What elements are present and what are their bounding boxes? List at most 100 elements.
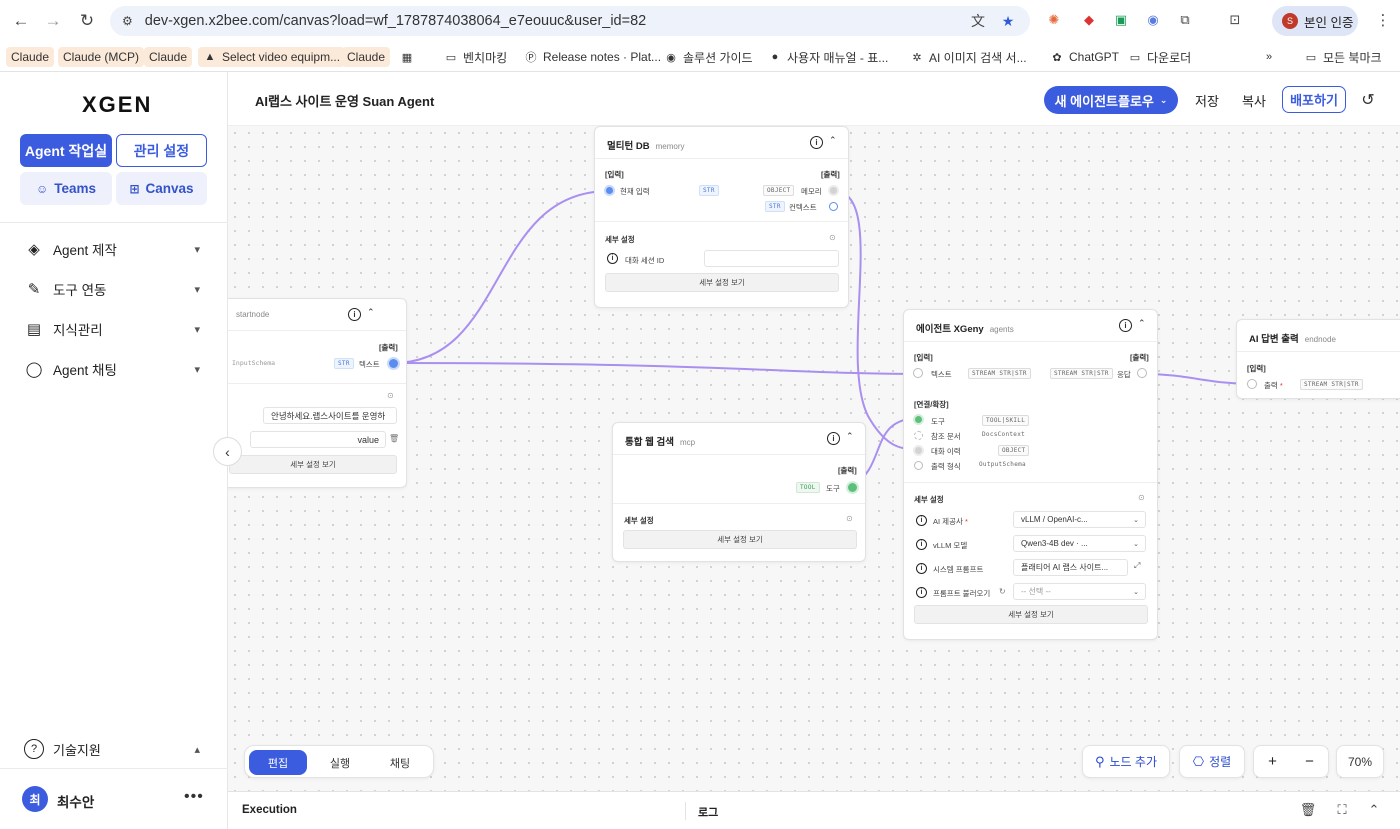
bookmark-folder[interactable]: ▭ 벤치마킹 (444, 47, 507, 67)
url-text[interactable]: dev-xgen.x2bee.com/canvas?load=wf_178787… (145, 13, 646, 29)
extension-green-icon[interactable]: ▣ (1112, 11, 1130, 29)
admin-settings-button[interactable]: 관리 설정 (116, 134, 207, 167)
info-icon[interactable]: i (1119, 319, 1132, 332)
collapse-icon[interactable]: ⌃ (846, 431, 854, 442)
save-button[interactable]: 저장 (1192, 86, 1222, 114)
output-port[interactable] (829, 202, 838, 211)
sidebar-item-agent-build[interactable]: ◈ Agent 제작 ▾ (24, 237, 204, 261)
settings-gear-icon[interactable]: ⊙ (829, 233, 836, 242)
mode-run-button[interactable]: 실행 (311, 750, 369, 775)
add-node-button[interactable]: ⚲ 노드 추가 (1082, 745, 1170, 778)
output-port[interactable] (846, 481, 859, 494)
apps-grid-icon[interactable]: ▦ (400, 47, 419, 67)
node-memory[interactable]: 멀티턴 DB memory i ⌃ [입력] [출력] 현재 입력 STR OBJ… (594, 126, 849, 308)
settings-view-button[interactable]: 세부 설정 보기 (229, 455, 397, 474)
collapse-icon[interactable]: ⌃ (367, 307, 375, 318)
info-icon[interactable]: i (827, 432, 840, 445)
expand-icon[interactable]: ⤢ (1134, 561, 1140, 571)
forward-icon[interactable]: → (42, 10, 64, 32)
format-port[interactable] (914, 461, 923, 470)
bookmark-item[interactable]: Claude (6, 47, 55, 67)
deploy-button[interactable]: 배포하기 (1282, 86, 1346, 113)
session-id-input[interactable] (704, 250, 839, 267)
bookmark-item[interactable]: ◉ 솔루션 가이드 (664, 47, 752, 67)
more-options-icon[interactable]: ••• (184, 788, 204, 806)
node-end[interactable]: AI 답변 출력 endnode [입력] 출력 * STREAM STR|STR (1236, 319, 1400, 399)
collapse-sidebar-button[interactable]: ‹ (213, 437, 242, 466)
delete-icon[interactable]: 🗑 (389, 434, 399, 443)
provider-select[interactable]: vLLM / OpenAI-c... ⌄ (1013, 511, 1146, 528)
copy-button[interactable]: 복사 (1239, 86, 1269, 114)
bookmark-item[interactable]: ✲ AI 이미지 검색 서... (910, 47, 1026, 67)
tool-port[interactable] (913, 414, 924, 425)
bookmark-folder[interactable]: ▭ 다운로더 (1128, 47, 1191, 67)
teams-button[interactable]: ☺ Teams (20, 172, 112, 205)
info-icon[interactable]: i (916, 515, 927, 526)
info-icon[interactable]: i (916, 587, 927, 598)
zoom-in-button[interactable]: + (1268, 753, 1277, 770)
bookmark-item[interactable]: ✿ ChatGPT (1050, 47, 1119, 67)
prompt-load-select[interactable]: -- 선택 -- ⌄ (1013, 583, 1146, 600)
arrange-button[interactable]: ⎔ 정렬 (1179, 745, 1245, 778)
input-port[interactable] (604, 185, 615, 196)
execution-label[interactable]: Execution (242, 804, 297, 816)
profile-button[interactable]: S 본인 인증 (1272, 6, 1358, 36)
bookmark-item[interactable]: Claude (MCP) (58, 47, 145, 67)
input-port[interactable] (913, 368, 923, 378)
screenshot-icon[interactable]: ⊡ (1226, 11, 1244, 29)
system-prompt-input[interactable]: 플래티어 AI 랩스 사이트... (1013, 559, 1128, 576)
site-info-icon[interactable]: ⚙ (122, 14, 133, 28)
settings-gear-icon[interactable]: ⊙ (387, 391, 394, 400)
value-input[interactable]: value (250, 431, 386, 448)
edge-start-to-agent[interactable] (392, 362, 921, 375)
more-bookmarks-icon[interactable]: » (1262, 47, 1281, 67)
node-agent[interactable]: 에이전트 XGeny agents i ⌃ [입력] [출력] 텍스트 STREA… (903, 309, 1158, 640)
edge-start-to-memory[interactable] (392, 190, 610, 364)
settings-view-button[interactable]: 세부 설정 보기 (605, 273, 839, 292)
output-port[interactable] (387, 357, 400, 370)
output-port[interactable] (828, 185, 839, 196)
refresh-icon[interactable]: ↻ (999, 587, 1006, 596)
node-header[interactable]: startnode i ⌃ (228, 299, 406, 331)
sidebar-item-agent-chat[interactable]: ◯ Agent 채팅 ▾ (24, 357, 204, 381)
info-icon[interactable]: i (916, 539, 927, 550)
history-port[interactable] (913, 445, 924, 456)
canvas-button[interactable]: ⊞ Canvas (116, 172, 207, 205)
collapse-icon[interactable]: ⌃ (829, 135, 837, 146)
zoom-out-button[interactable]: − (1305, 753, 1314, 770)
sidebar-item-tools[interactable]: ✎ 도구 연동 ▾ (24, 277, 204, 301)
mode-edit-button[interactable]: 편집 (249, 750, 307, 775)
info-icon[interactable]: i (348, 308, 361, 321)
mode-chat-button[interactable]: 채팅 (371, 750, 429, 775)
node-header[interactable]: AI 답변 출력 endnode (1237, 320, 1400, 352)
info-icon[interactable]: i (810, 136, 823, 149)
node-header[interactable]: 통합 웹 검색 mcp i ⌃ (613, 423, 865, 455)
log-label[interactable]: 로그 (698, 804, 718, 820)
output-port[interactable] (1137, 368, 1147, 378)
history-icon[interactable]: ↺ (1358, 90, 1378, 110)
sidebar-item-support[interactable]: ? 기술지원 ▴ (24, 737, 204, 761)
zoom-level[interactable]: 70% (1336, 745, 1384, 778)
sidebar-item-knowledge[interactable]: ▤ 지식관리 ▾ (24, 317, 204, 341)
trash-icon[interactable]: 🗑 (1300, 802, 1317, 818)
bookmark-item[interactable]: ● 사용자 매뉴얼 - 표... (768, 47, 889, 67)
node-header[interactable]: 멀티턴 DB memory i ⌃ (595, 127, 848, 159)
input-port[interactable] (1247, 379, 1257, 389)
extension-search-icon[interactable]: ◉ (1144, 11, 1162, 29)
info-icon[interactable]: i (916, 563, 927, 574)
model-select[interactable]: Qwen3-4B dev · ... ⌄ (1013, 535, 1146, 552)
new-agentflow-button[interactable]: 새 에이전트플로우 ⌄ (1044, 86, 1178, 114)
extension-red-icon[interactable]: ◆ (1080, 11, 1098, 29)
workflow-canvas[interactable]: 멀티턴 DB memory i ⌃ [입력] [출력] 현재 입력 STR OBJ… (228, 126, 1400, 791)
settings-gear-icon[interactable]: ⊙ (1138, 493, 1145, 502)
extension-claude-icon[interactable]: ✺ (1045, 11, 1063, 29)
settings-gear-icon[interactable]: ⊙ (846, 514, 853, 523)
collapse-icon[interactable]: ⌃ (1138, 318, 1146, 329)
node-start[interactable]: startnode i ⌃ [출력] InputSchema STR 텍스트 ⊙… (228, 298, 407, 488)
fullscreen-icon[interactable]: ⛶ (1334, 802, 1350, 818)
bookmark-item[interactable]: Claude (144, 47, 193, 67)
extensions-puzzle-icon[interactable]: ⧉ (1176, 11, 1194, 29)
back-icon[interactable]: ← (10, 10, 32, 32)
translate-icon[interactable]: 文 (970, 13, 986, 29)
settings-view-button[interactable]: 세부 설정 보기 (623, 530, 857, 549)
